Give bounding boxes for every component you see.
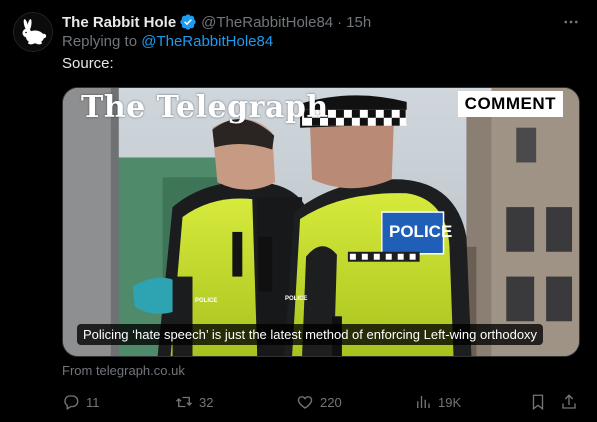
tweet-header: The Rabbit Hole @TheRabbitHole84 · 15h <box>62 12 371 32</box>
link-card[interactable]: The Telegraph COMMENT POLICE POLICE POLI… <box>62 87 580 357</box>
rabbit-logo-icon <box>14 13 52 51</box>
more-options-button[interactable] <box>557 12 585 32</box>
display-name[interactable]: The Rabbit Hole <box>62 14 176 31</box>
vest-police-label-left: POLICE <box>195 298 218 304</box>
share-icon <box>562 394 576 409</box>
repost-button[interactable]: 32 <box>175 391 213 413</box>
verified-badge-icon[interactable] <box>179 13 197 31</box>
comment-badge: COMMENT <box>457 91 563 117</box>
reply-icon <box>64 395 79 410</box>
views-button[interactable]: 19K <box>414 391 461 413</box>
card-caption[interactable]: Policing ‘hate speech’ is just the lates… <box>77 324 544 345</box>
bookmark-button[interactable] <box>529 391 547 413</box>
replying-to: Replying to @TheRabbitHole84 <box>62 33 273 50</box>
like-count: 220 <box>320 394 342 410</box>
timestamp[interactable]: 15h <box>346 14 371 31</box>
like-button[interactable]: 220 <box>296 391 342 413</box>
action-bar: 11 32 220 19K <box>62 391 584 413</box>
heart-icon <box>297 396 313 409</box>
bookmark-icon <box>532 394 544 411</box>
vest-police-label-small: POLICE <box>285 296 308 302</box>
tweet[interactable]: The Rabbit Hole @TheRabbitHole84 · 15h R… <box>0 0 597 422</box>
views-chart-icon <box>417 396 430 408</box>
replying-to-mention[interactable]: @TheRabbitHole84 <box>141 33 273 50</box>
replying-to-label: Replying to <box>62 33 142 50</box>
avatar[interactable] <box>13 12 53 52</box>
card-image <box>63 88 579 356</box>
card-source[interactable]: From telegraph.co.uk <box>62 363 185 378</box>
more-dots-icon <box>564 20 578 24</box>
reply-button[interactable]: 11 <box>62 391 100 413</box>
reply-count: 11 <box>86 394 100 410</box>
tweet-text: Source: <box>62 55 114 72</box>
views-count: 19K <box>438 394 462 410</box>
publication-masthead: The Telegraph <box>81 90 329 125</box>
separator-dot: · <box>337 13 343 31</box>
handle[interactable]: @TheRabbitHole84 <box>201 14 333 31</box>
repost-count: 32 <box>199 394 214 410</box>
repost-icon <box>176 396 192 408</box>
share-button[interactable] <box>560 391 578 413</box>
vest-police-label: POLICE <box>389 222 453 241</box>
